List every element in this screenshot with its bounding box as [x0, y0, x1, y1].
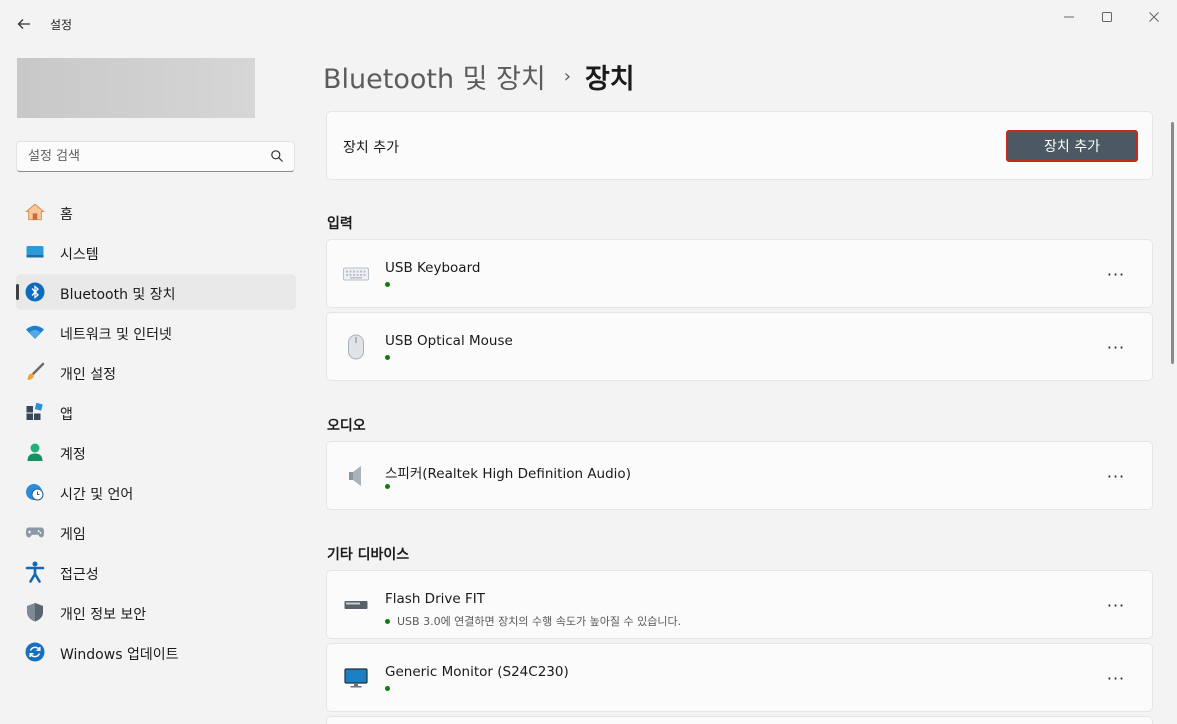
device-status — [385, 484, 390, 489]
bluetooth-icon — [25, 282, 45, 302]
sidebar-item-windows-update[interactable]: Windows 업데이트 — [16, 634, 296, 670]
connected-dot-icon — [385, 484, 390, 489]
search-input[interactable] — [17, 142, 257, 170]
device-name: USB Optical Mouse — [385, 333, 513, 349]
app-title: 설정 — [50, 18, 73, 32]
scrollbar-thumb[interactable] — [1171, 122, 1174, 364]
device-card-monitor[interactable]: Generic Monitor (S24C230) ··· — [326, 643, 1153, 712]
sidebar-item-gaming[interactable]: 게임 — [16, 514, 296, 550]
system-monitor-icon — [25, 242, 45, 262]
add-device-label: 장치 추가 — [343, 140, 399, 156]
device-name: USB Keyboard — [385, 260, 481, 276]
sidebar-item-privacy[interactable]: 개인 정보 보안 — [16, 594, 296, 630]
breadcrumb-parent[interactable]: Bluetooth 및 장치 — [323, 57, 546, 96]
usb-drive-icon — [342, 591, 370, 619]
connected-dot-icon — [385, 355, 390, 360]
sidebar-item-home[interactable]: 홈 — [16, 194, 296, 230]
gamepad-icon — [25, 522, 45, 542]
connected-dot-icon — [385, 282, 390, 287]
breadcrumb-separator-icon: › — [563, 66, 571, 87]
mouse-icon — [342, 333, 370, 361]
sidebar-item-apps[interactable]: 앱 — [16, 394, 296, 430]
device-status: USB 3.0에 연결하면 장치의 수행 속도가 높아질 수 있습니다. — [385, 613, 681, 629]
sidebar-item-time-language[interactable]: 시간 및 언어 — [16, 474, 296, 510]
nav-list: 홈 시스템 Bluetooth 및 장치 네트워크 및 인터넷 개인 설정 앱 … — [16, 194, 296, 674]
minimize-icon — [1064, 16, 1074, 18]
device-card-keyboard[interactable]: USB Keyboard ··· — [326, 239, 1153, 308]
sidebar-item-accounts[interactable]: 계정 — [16, 434, 296, 470]
arrow-left-icon — [17, 19, 30, 29]
update-icon — [25, 642, 45, 662]
close-button[interactable] — [1139, 6, 1169, 28]
more-options-button[interactable]: ··· — [1104, 335, 1128, 359]
sidebar-item-accessibility[interactable]: 접근성 — [16, 554, 296, 590]
profile-banner[interactable] — [17, 58, 255, 118]
device-status — [385, 355, 390, 360]
connected-dot-icon — [385, 618, 390, 624]
close-icon — [1149, 12, 1159, 22]
device-status-text: USB 3.0에 연결하면 장치의 수행 속도가 높아질 수 있습니다. — [397, 615, 682, 628]
wifi-icon — [25, 322, 45, 342]
more-options-button[interactable]: ··· — [1104, 593, 1128, 617]
sidebar-item-system[interactable]: 시스템 — [16, 234, 296, 270]
apps-icon — [25, 402, 45, 422]
accessibility-icon — [25, 561, 45, 583]
section-other-heading: 기타 디바이스 — [327, 547, 410, 563]
clock-globe-icon — [25, 482, 45, 502]
device-card-partial[interactable] — [326, 716, 1153, 724]
home-icon — [25, 202, 45, 222]
device-name: Generic Monitor (S24C230) — [385, 664, 569, 680]
paintbrush-icon — [25, 362, 45, 382]
section-audio-heading: 오디오 — [327, 418, 366, 434]
maximize-button[interactable] — [1092, 6, 1122, 28]
page-title: 장치 — [584, 64, 635, 95]
title-bar: 설정 — [0, 0, 1177, 46]
speaker-icon — [342, 462, 370, 490]
device-name: 스피커(Realtek High Definition Audio) — [385, 466, 631, 482]
device-name: Flash Drive FIT — [385, 591, 485, 607]
more-options-button[interactable]: ··· — [1104, 666, 1128, 690]
keyboard-icon — [342, 260, 370, 288]
add-device-card: 장치 추가 장치 추가 — [326, 111, 1153, 180]
account-icon — [25, 442, 45, 462]
back-button[interactable] — [12, 12, 36, 36]
device-card-flash-drive[interactable]: Flash Drive FIT USB 3.0에 연결하면 장치의 수행 속도가… — [326, 570, 1153, 639]
sidebar-item-bluetooth[interactable]: Bluetooth 및 장치 — [16, 274, 296, 310]
main-content: Bluetooth 및 장치 › 장치 장치 추가 장치 추가 입력 USB K… — [310, 46, 1177, 724]
device-card-speaker[interactable]: 스피커(Realtek High Definition Audio) ··· — [326, 441, 1153, 510]
section-input-heading: 입력 — [327, 216, 353, 232]
sidebar: 홈 시스템 Bluetooth 및 장치 네트워크 및 인터넷 개인 설정 — [0, 46, 310, 724]
maximize-icon — [1102, 12, 1112, 22]
sidebar-item-network[interactable]: 네트워크 및 인터넷 — [16, 314, 296, 350]
search-box[interactable] — [16, 141, 295, 172]
more-options-button[interactable]: ··· — [1104, 262, 1128, 286]
connected-dot-icon — [385, 686, 390, 691]
monitor-icon — [342, 664, 370, 692]
search-icon[interactable] — [270, 149, 284, 163]
breadcrumb: Bluetooth 및 장치 › 장치 — [323, 57, 635, 96]
shield-icon — [25, 602, 45, 622]
device-status — [385, 282, 390, 287]
minimize-button[interactable] — [1054, 6, 1084, 28]
sidebar-item-personalization[interactable]: 개인 설정 — [16, 354, 296, 390]
device-status — [385, 686, 390, 691]
more-options-button[interactable]: ··· — [1104, 464, 1128, 488]
device-card-mouse[interactable]: USB Optical Mouse ··· — [326, 312, 1153, 381]
add-device-button[interactable]: 장치 추가 — [1006, 130, 1138, 162]
